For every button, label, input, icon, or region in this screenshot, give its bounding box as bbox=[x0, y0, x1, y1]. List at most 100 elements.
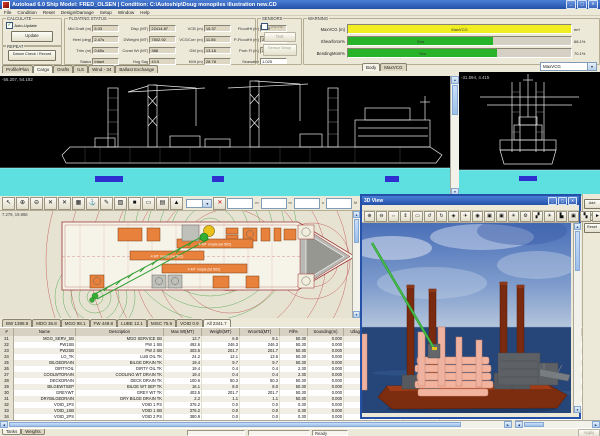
sensors-test-button[interactable]: Test bbox=[264, 32, 296, 42]
online-checkbox[interactable] bbox=[261, 23, 268, 30]
maximize-button[interactable]: ▢ bbox=[558, 197, 567, 205]
menu-item[interactable]: Help bbox=[140, 10, 149, 15]
plan-view-canvas[interactable]: 7.279, 19.866 bbox=[0, 211, 352, 318]
view-mode-dropdown[interactable]: MaxVCG ▼ bbox=[540, 62, 597, 71]
threed-vertical-scrollbar[interactable]: ▲ ▼ bbox=[573, 223, 581, 413]
shade-green-icon[interactable]: ▣ bbox=[484, 211, 495, 222]
scroll-right-icon[interactable]: ▶ bbox=[592, 421, 600, 428]
right-view-tab[interactable]: MaxVCG bbox=[380, 63, 406, 71]
view-tab[interactable]: Cargo bbox=[33, 65, 53, 73]
status-field-value[interactable]: Intact bbox=[92, 58, 119, 65]
plan-input-1[interactable] bbox=[227, 198, 253, 209]
chevron-down-icon[interactable]: ▼ bbox=[587, 63, 596, 70]
update-button[interactable]: Update bbox=[11, 31, 53, 42]
status-field-value[interactable]: 22414.87 bbox=[149, 25, 176, 32]
rotate-right-icon[interactable]: ↻ bbox=[436, 211, 447, 222]
scrollbar-thumb[interactable] bbox=[354, 219, 359, 243]
view-tab[interactable]: ILS bbox=[73, 65, 88, 73]
right-view-tab[interactable]: Body bbox=[362, 63, 380, 71]
close-button[interactable]: ✕ bbox=[588, 0, 598, 9]
swatch-icon[interactable]: ■ bbox=[128, 197, 141, 210]
grid-icon[interactable]: ▦ bbox=[72, 197, 85, 210]
status-field-value[interactable]: 13.16 bbox=[204, 47, 231, 54]
table-horizontal-scrollbar[interactable]: ◀ ▶ bbox=[0, 420, 512, 428]
tank-group-tab[interactable]: LUBE 12.1 bbox=[117, 319, 147, 327]
sparkle-icon[interactable]: ✳ bbox=[508, 211, 519, 222]
pan-h-icon[interactable]: ⇔ bbox=[388, 211, 399, 222]
scrollbar-thumb[interactable] bbox=[452, 85, 458, 115]
status-field-value[interactable]: 15.37 bbox=[204, 25, 231, 32]
status-field-value[interactable]: 388 bbox=[149, 47, 176, 54]
pick-icon[interactable]: ► bbox=[592, 211, 600, 222]
tank-group-tab[interactable]: All 2341.7 bbox=[203, 319, 231, 327]
sensor-setup-button[interactable]: Sensor Setup bbox=[263, 44, 297, 56]
settings-icon[interactable]: ⚙ bbox=[520, 211, 531, 222]
select-cursor-icon[interactable]: ↖ bbox=[2, 197, 15, 210]
rotate-left-icon[interactable]: ↺ bbox=[424, 211, 435, 222]
scrollbar-thumb[interactable] bbox=[575, 231, 580, 271]
erase-icon[interactable]: ✕ bbox=[58, 197, 71, 210]
scroll-right-icon[interactable]: ▶ bbox=[504, 421, 512, 428]
bottom-tab[interactable]: Tanks bbox=[2, 429, 21, 435]
scroll-up-icon[interactable]: ▲ bbox=[353, 211, 360, 218]
secondary-horizontal-scrollbar[interactable]: ◀ ▶ bbox=[515, 420, 600, 428]
auto-update-checkbox[interactable]: ✓ bbox=[6, 22, 13, 29]
menu-item[interactable]: File bbox=[4, 10, 11, 15]
minimize-button[interactable]: _ bbox=[548, 197, 557, 205]
profile-view-canvas[interactable]: -56.207, 54.182 bbox=[0, 76, 450, 196]
menu-item[interactable]: Window bbox=[118, 10, 134, 15]
status-field-value[interactable]: 0.60s bbox=[92, 47, 119, 54]
plan-input-4[interactable] bbox=[326, 198, 352, 209]
maximize-button[interactable]: ▢ bbox=[577, 0, 587, 9]
bottom-tab[interactable]: Weights bbox=[21, 429, 44, 435]
title-bar[interactable]: Autoload 6.0 Ship Model: FRED_OLSEN | Co… bbox=[0, 0, 600, 9]
menu-item[interactable]: Setup bbox=[100, 10, 112, 15]
tank-group-tab[interactable]: MGO 98.1 bbox=[61, 319, 90, 327]
datum-check-record-button[interactable]: Datum Check / Record bbox=[8, 50, 56, 61]
plan-dropdown[interactable]: ▼ bbox=[186, 199, 212, 208]
scroll-up-icon[interactable]: ▲ bbox=[451, 76, 459, 84]
pointer-icon[interactable]: ▲ bbox=[170, 197, 183, 210]
tank-group-tab[interactable]: MDO 36.8 bbox=[32, 319, 61, 327]
shade-blue-icon[interactable]: ▣ bbox=[496, 211, 507, 222]
plan-input-3[interactable] bbox=[294, 198, 320, 209]
view-tab[interactable]: Wind - 34 bbox=[88, 65, 115, 73]
render-icon[interactable]: ▣ bbox=[568, 211, 579, 222]
status-field-value[interactable]: 28.78 bbox=[204, 58, 231, 65]
scroll-left-icon[interactable]: ◀ bbox=[515, 421, 523, 428]
body-view-canvas[interactable]: -31.594, 4.415 bbox=[459, 72, 600, 196]
hatch-icon[interactable]: ▨ bbox=[114, 197, 127, 210]
zoom-out-icon[interactable]: ⊖ bbox=[376, 211, 387, 222]
menu-item[interactable]: Reset bbox=[43, 10, 55, 15]
menu-item[interactable]: Design/Damage bbox=[61, 10, 94, 15]
zoom-out-icon[interactable]: ⊖ bbox=[30, 197, 43, 210]
chevron-down-icon[interactable]: ▼ bbox=[202, 200, 211, 207]
target-icon[interactable]: ◉ bbox=[472, 211, 483, 222]
scroll-down-icon[interactable]: ▼ bbox=[574, 406, 581, 413]
light-icon[interactable]: ☀ bbox=[544, 211, 555, 222]
delete-icon[interactable]: ✕ bbox=[44, 197, 57, 210]
clear-selection-icon[interactable]: ✕ bbox=[213, 197, 226, 210]
view-tab[interactable]: Ballast Exchange bbox=[115, 65, 158, 73]
reset-view-icon[interactable]: ◈ bbox=[448, 211, 459, 222]
wire-icon[interactable]: ▚ bbox=[580, 211, 591, 222]
threed-title-bar[interactable]: 3D View _▢✕ bbox=[362, 196, 579, 205]
status-field-value[interactable]: 11.55 bbox=[204, 36, 231, 43]
tank-group-tab[interactable]: FW 449.8 bbox=[90, 319, 118, 327]
tank-group-tab[interactable]: MISC 75.6 bbox=[147, 319, 176, 327]
apply-button[interactable]: Apply bbox=[578, 429, 600, 436]
close-button[interactable]: ✕ bbox=[568, 197, 577, 205]
plan-input-2[interactable] bbox=[261, 198, 287, 209]
zoom-in-icon[interactable]: ⊕ bbox=[364, 211, 375, 222]
view-tab[interactable]: Profile/Plan bbox=[2, 65, 33, 73]
menu-item[interactable]: Condition bbox=[17, 10, 36, 15]
scroll-up-icon[interactable]: ▲ bbox=[574, 223, 581, 230]
profile-view-scrollbar[interactable]: ▲ ▼ bbox=[450, 76, 459, 196]
pan-v-icon[interactable]: ⇕ bbox=[400, 211, 411, 222]
scrollbar-thumb[interactable] bbox=[9, 422, 461, 427]
status-field-value[interactable]: 2.47s bbox=[92, 36, 119, 43]
threed-canvas[interactable] bbox=[362, 223, 571, 413]
scroll-left-icon[interactable]: ◀ bbox=[0, 421, 8, 428]
status-field-value[interactable]: 7502.92 bbox=[149, 36, 176, 43]
scrollbar-thumb[interactable] bbox=[524, 422, 544, 427]
